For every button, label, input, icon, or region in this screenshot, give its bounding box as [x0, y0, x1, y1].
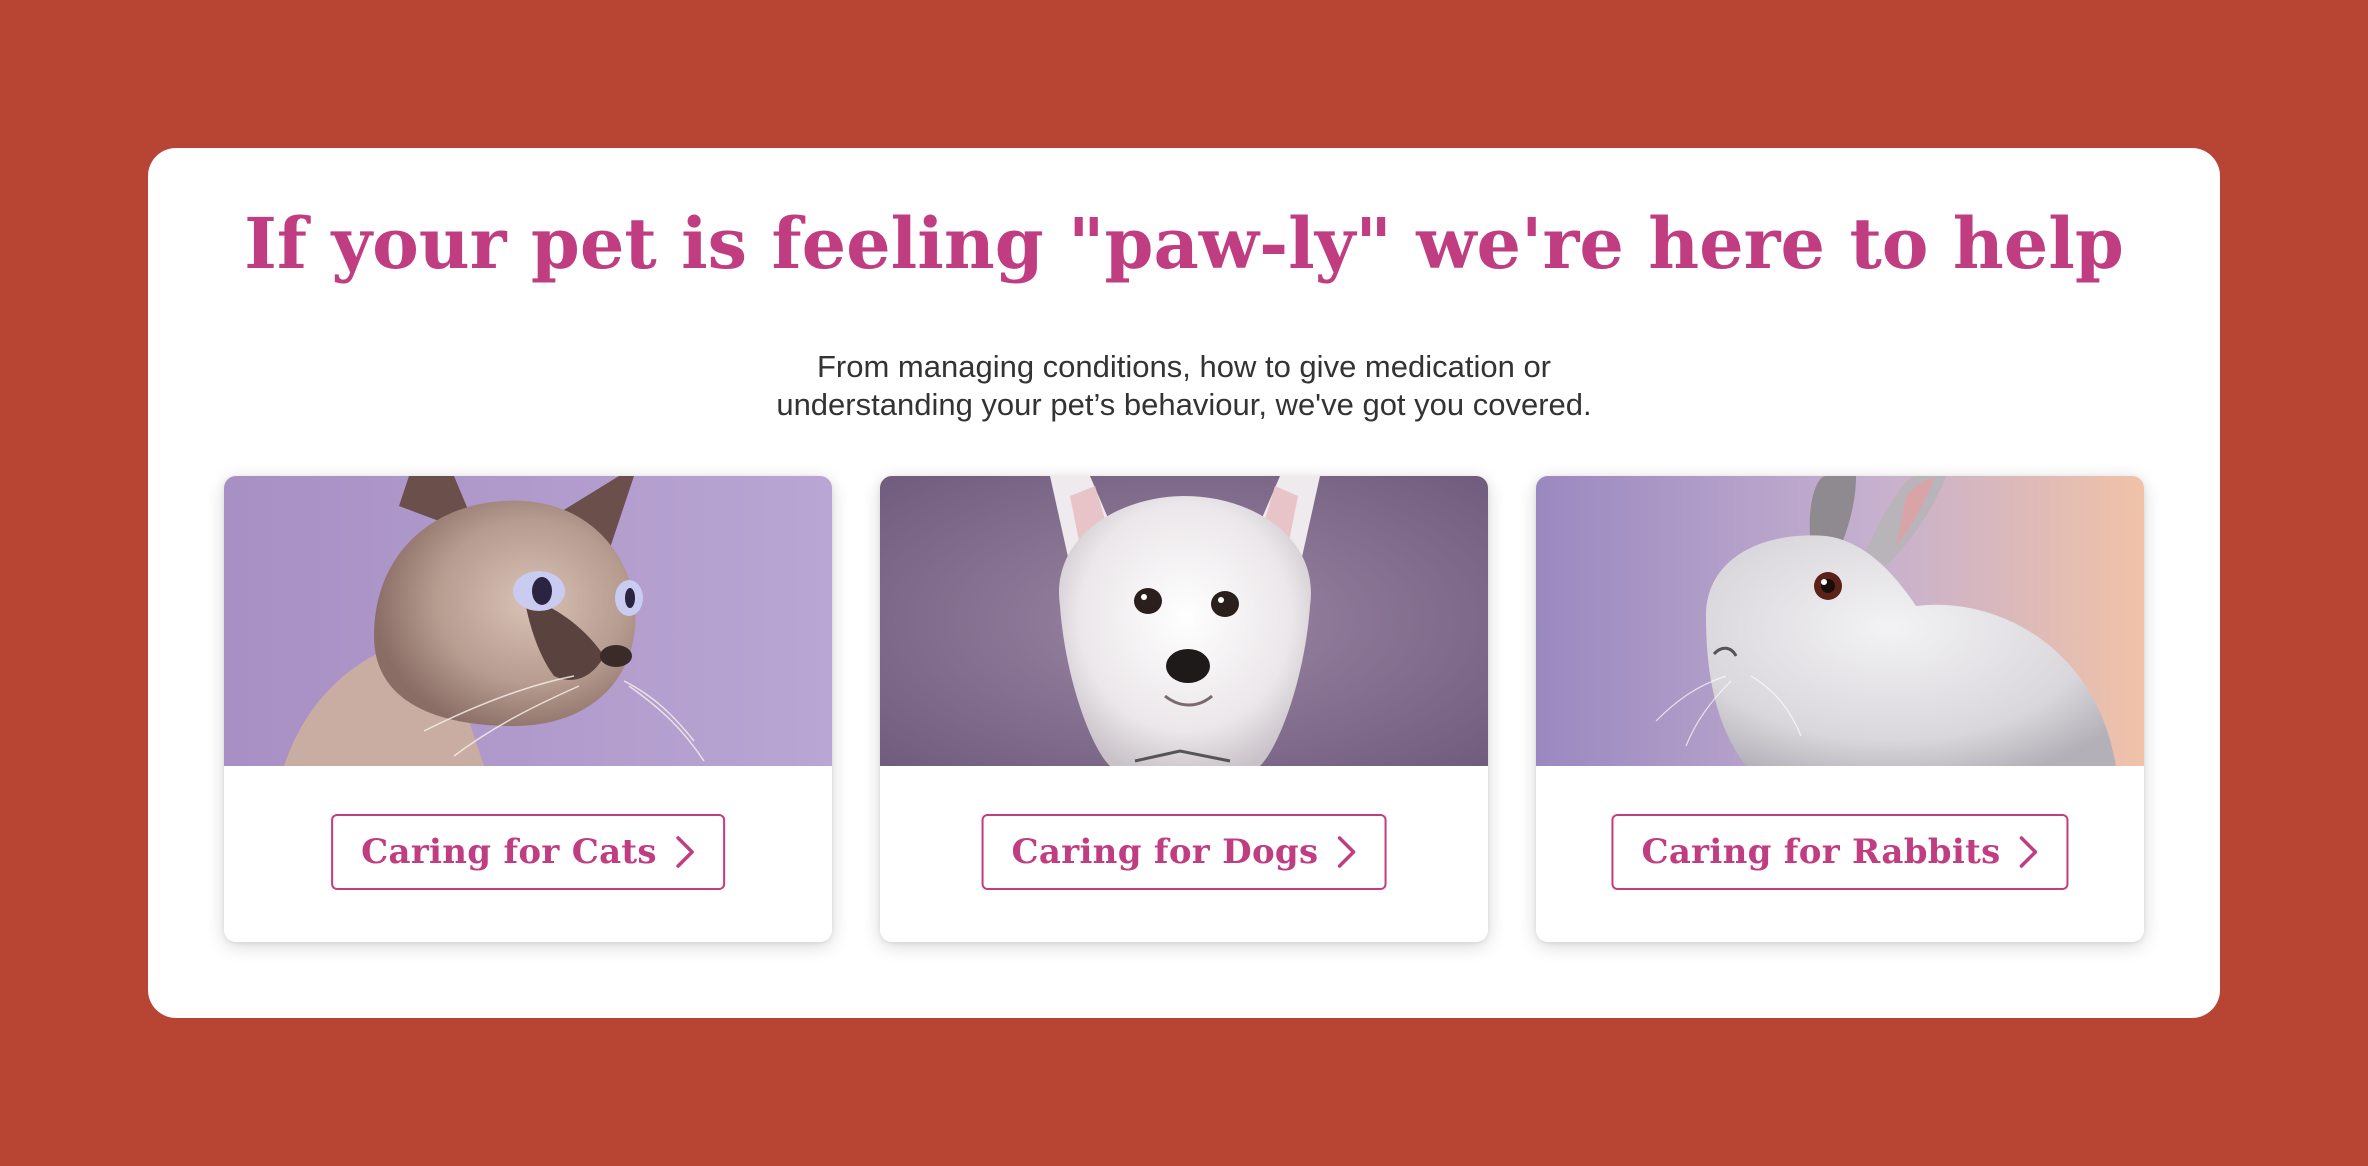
caring-for-cats-button[interactable]: Caring for Cats [331, 814, 725, 890]
dog-image [880, 476, 1488, 766]
rabbit-image [1536, 476, 2144, 766]
pet-card-rabbits: Caring for Rabbits [1536, 476, 2144, 942]
caring-for-cats-label: Caring for Cats [361, 832, 657, 872]
chevron-right-icon [1334, 834, 1358, 870]
caring-for-dogs-label: Caring for Dogs [1011, 832, 1319, 872]
pet-card-dogs: Caring for Dogs [880, 476, 1488, 942]
caring-for-rabbits-button[interactable]: Caring for Rabbits [1611, 814, 2069, 890]
cat-image [224, 476, 832, 766]
chevron-right-icon [2017, 834, 2041, 870]
chevron-right-icon [673, 834, 697, 870]
content-panel: If your pet is feeling "paw-ly" we're he… [148, 148, 2220, 1018]
caring-for-rabbits-label: Caring for Rabbits [1641, 832, 2001, 872]
caring-for-dogs-button[interactable]: Caring for Dogs [981, 814, 1387, 890]
intro-text-line-2: understanding your pet’s behaviour, we'v… [776, 387, 1592, 422]
pet-card-cats: Caring for Cats [224, 476, 832, 942]
intro-text: From managing conditions, how to give me… [148, 348, 2220, 424]
page-title: If your pet is feeling "paw-ly" we're he… [244, 202, 2124, 285]
intro-text-line-1: From managing conditions, how to give me… [816, 349, 1552, 384]
